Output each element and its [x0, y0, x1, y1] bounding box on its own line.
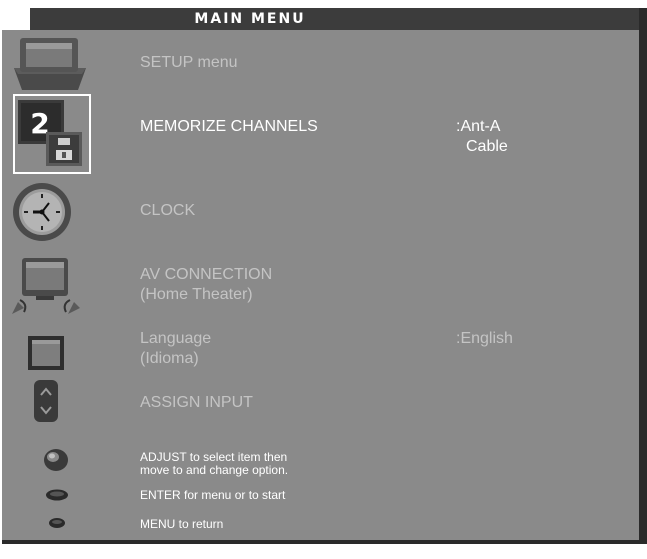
clock-icon: [11, 182, 73, 247]
menu-item-av-connection-sub: (Home Theater): [140, 286, 253, 303]
adjust-knob-icon: [43, 448, 69, 477]
tv-setup-icon: [8, 34, 90, 97]
menu-item-language[interactable]: Language: [140, 329, 211, 349]
menu-item-memorize-channels[interactable]: MEMORIZE CHANNELS: [140, 117, 318, 137]
help-menu-return: MENU to return: [140, 517, 224, 531]
av-connection-icon: [6, 256, 86, 323]
language-icon: [28, 336, 64, 375]
option-cable[interactable]: Cable: [466, 137, 508, 157]
frame-bottom-edge: [2, 540, 647, 544]
menu-item-av-connection[interactable]: AV CONNECTION: [140, 265, 272, 285]
menu-item-setup[interactable]: SETUP menu: [140, 53, 238, 73]
page-title: MAIN MENU: [194, 11, 306, 27]
menu-item-language-sub: (Idioma): [140, 350, 199, 367]
frame-shadow: [639, 8, 647, 544]
menu-item-clock[interactable]: CLOCK: [140, 201, 195, 221]
help-adjust-line2: move to and change option.: [140, 463, 289, 477]
help-enter: ENTER for menu or to start: [140, 488, 286, 502]
menu-panel: [2, 30, 639, 540]
memorize-channel-icon: 2: [18, 100, 86, 175]
option-ant-a[interactable]: :Ant-A: [456, 117, 500, 137]
menu-header: MAIN MENU: [30, 8, 639, 30]
menu-item-assign-input[interactable]: ASSIGN INPUT: [140, 393, 253, 413]
assign-input-icon: [34, 380, 58, 427]
menu-button-icon: [48, 516, 66, 534]
option-english[interactable]: :English: [456, 329, 513, 349]
enter-button-icon: [45, 488, 69, 507]
